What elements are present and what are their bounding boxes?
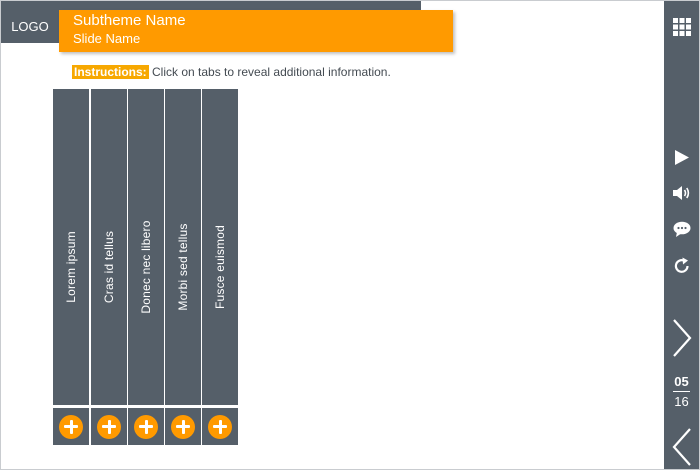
header-strip bbox=[1, 1, 421, 10]
volume-icon[interactable] bbox=[664, 183, 699, 203]
tab-expand-footer bbox=[53, 408, 89, 445]
replay-icon[interactable] bbox=[664, 255, 699, 277]
tab-label: Lorem ipsum bbox=[64, 231, 78, 303]
instructions-text: Click on tabs to reveal additional infor… bbox=[148, 65, 391, 79]
tab-morbi-sed-tellus[interactable]: Morbi sed tellus bbox=[165, 89, 201, 405]
logo: LOGO bbox=[1, 10, 59, 43]
tab-expand-footer bbox=[165, 408, 201, 445]
tab-expand-footer bbox=[128, 408, 164, 445]
page-total: 16 bbox=[674, 394, 689, 409]
tab-expand-footer bbox=[91, 408, 127, 445]
next-icon[interactable] bbox=[664, 316, 699, 360]
title-bar: Subtheme Name Slide Name bbox=[59, 10, 453, 52]
plus-icon[interactable] bbox=[208, 414, 232, 439]
page-current: 05 bbox=[674, 374, 689, 389]
instructions-label: Instructions: bbox=[72, 65, 149, 79]
tab-label: Fusce euismod bbox=[213, 225, 227, 309]
plus-icon[interactable] bbox=[134, 414, 158, 439]
tab-label: Morbi sed tellus bbox=[176, 223, 190, 311]
tab-lorem-ipsum[interactable]: Lorem ipsum bbox=[53, 89, 89, 405]
tab-cras-id-tellus[interactable]: Cras id tellus bbox=[91, 89, 127, 405]
page-divider bbox=[673, 391, 690, 392]
comment-icon[interactable] bbox=[664, 219, 699, 239]
tab-label: Donec nec libero bbox=[139, 220, 153, 314]
slide-name: Slide Name bbox=[73, 31, 141, 46]
plus-icon[interactable] bbox=[171, 414, 195, 439]
tab-fusce-euismod[interactable]: Fusce euismod bbox=[202, 89, 238, 405]
plus-icon[interactable] bbox=[59, 414, 83, 439]
instructions: Instructions: Click on tabs to reveal ad… bbox=[72, 65, 391, 79]
tab-label: Cras id tellus bbox=[102, 230, 116, 304]
grid-menu-icon[interactable] bbox=[664, 16, 699, 38]
player-sidebar: 05 16 bbox=[664, 1, 699, 469]
tab-expand-footer bbox=[202, 408, 238, 445]
prev-icon[interactable] bbox=[664, 425, 699, 469]
subtheme-title: Subtheme Name bbox=[73, 12, 186, 29]
plus-icon[interactable] bbox=[97, 414, 121, 439]
tab-donec-nec-libero[interactable]: Donec nec libero bbox=[128, 89, 164, 405]
play-icon[interactable] bbox=[664, 147, 699, 167]
